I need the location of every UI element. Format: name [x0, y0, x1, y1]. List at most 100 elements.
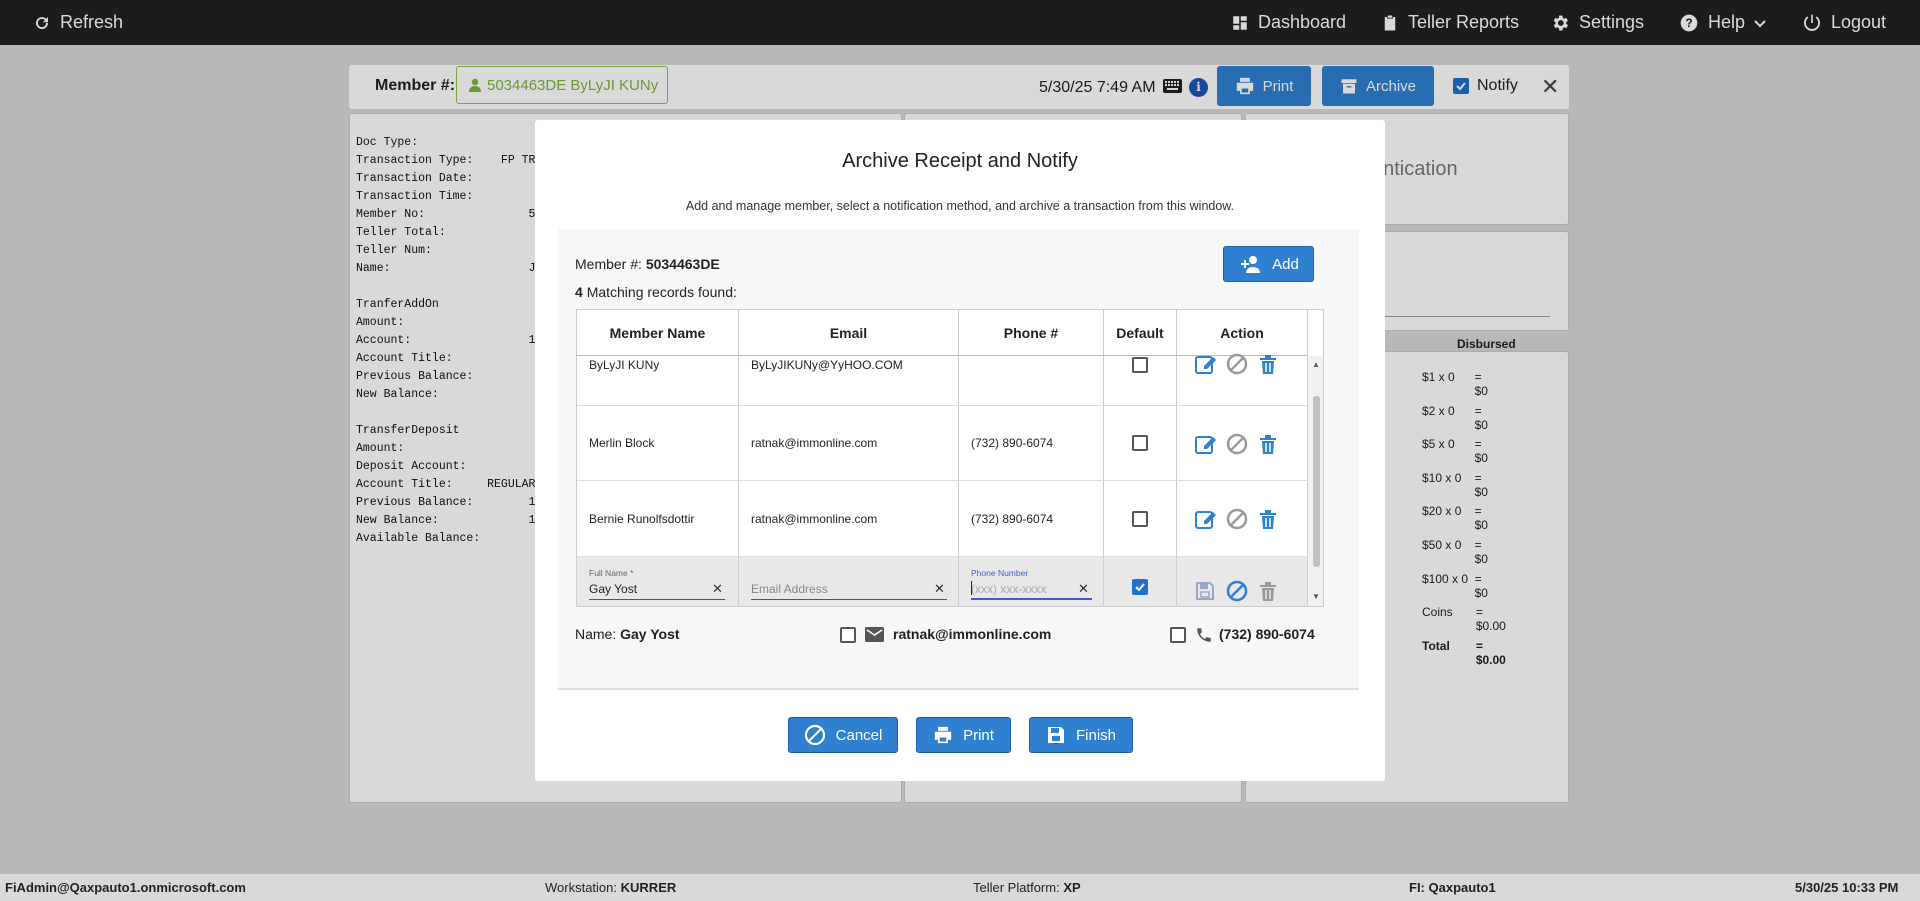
selection-name: Name: Gay Yost — [575, 626, 680, 642]
phone-icon — [1197, 628, 1211, 642]
add-user-icon — [1241, 256, 1261, 273]
default-checkbox[interactable] — [1132, 510, 1148, 527]
default-checkbox[interactable] — [1132, 578, 1148, 595]
col-default[interactable]: Default — [1104, 310, 1177, 356]
cancel-edit-icon[interactable] — [1226, 580, 1248, 602]
save-icon — [1047, 727, 1064, 743]
trash-icon[interactable] — [1259, 509, 1277, 529]
trash-icon[interactable] — [1259, 581, 1277, 601]
edit-icon[interactable] — [1195, 508, 1219, 530]
email-notify-checkbox[interactable] — [840, 627, 856, 643]
cell-email: ByLyJIKUNy@YyHOO.COM — [739, 356, 959, 405]
cell-phone: (732) 890-6074 — [959, 481, 1104, 556]
ban-icon — [804, 724, 825, 746]
clear-email-icon[interactable]: ✕ — [934, 581, 945, 597]
cell-email: ratnak@immonline.com — [739, 481, 959, 556]
cell-member-name: ByLyJI KUNy — [577, 356, 739, 405]
add-label: Add — [1272, 255, 1299, 273]
phone-notify-checkbox[interactable] — [1170, 627, 1186, 643]
cell-action — [1177, 481, 1308, 556]
footer-datetime: 5/30/25 10:33 PM — [1795, 880, 1899, 895]
workstation-value: KURRER — [620, 880, 677, 895]
save-icon[interactable] — [1195, 581, 1215, 601]
selection-summary: Name: Gay Yost ratnak@immonline.com (732… — [575, 624, 1345, 646]
edit-fullname-cell: Full Name * Gay Yost ✕ — [577, 557, 739, 606]
match-count-line: 4 Matching records found: — [575, 284, 737, 300]
table-row[interactable]: Merlin Block ratnak@immonline.com (732) 89… — [577, 406, 1308, 481]
cancel-label: Cancel — [835, 726, 883, 744]
selection-phone: (732) 890-6074 — [1219, 626, 1315, 642]
footer-workstation: Workstation: KURRER — [545, 880, 676, 895]
platform-value: XP — [1063, 880, 1081, 895]
cell-default — [1104, 406, 1177, 480]
edit-row: Full Name * Gay Yost ✕ Email Address ✕ P… — [577, 557, 1308, 606]
footer-platform: Teller Platform: XP — [973, 880, 1081, 895]
status-footer: FiAdmin@Qaxpauto1.onmicrosoft.com Workst… — [0, 874, 1920, 901]
col-email[interactable]: Email — [739, 310, 959, 356]
scroll-down-icon[interactable]: ▼ — [1312, 592, 1320, 601]
phone-label: Phone Number — [971, 568, 1029, 578]
add-member-button[interactable]: Add — [1223, 246, 1314, 282]
member-number-value: 5034463DE — [645, 256, 720, 272]
scroll-up-icon[interactable]: ▲ — [1312, 360, 1320, 369]
col-phone[interactable]: Phone # — [959, 310, 1104, 356]
col-action[interactable]: Action — [1177, 310, 1308, 356]
cell-phone: (732) 890-6074 — [959, 406, 1104, 480]
edit-email-cell: Email Address ✕ — [739, 557, 959, 606]
edit-icon[interactable] — [1195, 433, 1219, 455]
cell-action — [1177, 353, 1308, 405]
table-scrollbar[interactable]: ▲ ▼ — [1308, 356, 1323, 606]
print-button[interactable]: Print — [916, 717, 1011, 753]
workstation-label: Workstation: — [545, 880, 618, 895]
clear-phone-icon[interactable]: ✕ — [1078, 581, 1089, 597]
edit-phone-cell: Phone Number (xxx) xxx-xxxx ✕ — [959, 557, 1104, 606]
member-number-label: Member #: — [575, 256, 642, 272]
table-header: Member Name Email Phone # Default Action — [577, 310, 1308, 356]
table-row[interactable]: Bernie Runolfsdottir ratnak@immonline.com… — [577, 481, 1308, 557]
printer-icon — [934, 726, 952, 744]
edit-action-cell — [1177, 557, 1308, 606]
finish-button[interactable]: Finish — [1029, 717, 1133, 753]
cell-default — [1104, 481, 1177, 556]
email-input[interactable]: Email Address — [751, 582, 828, 596]
scroll-thumb[interactable] — [1313, 396, 1320, 567]
match-text: Matching records found: — [586, 284, 737, 300]
cell-member-name: Merlin Block — [577, 406, 739, 480]
default-checkbox[interactable] — [1132, 357, 1148, 373]
fullname-input[interactable]: Gay Yost — [589, 582, 637, 596]
table-row[interactable]: ByLyJI KUNy ByLyJIKUNy@YyHOO.COM — [577, 353, 1308, 406]
dialog-body: Member #: 5034463DE 4 Matching records f… — [558, 229, 1359, 690]
member-number-line: Member #: 5034463DE — [575, 256, 720, 272]
cell-phone — [959, 356, 1104, 405]
selection-email: ratnak@immonline.com — [893, 626, 1052, 642]
finish-label: Finish — [1075, 726, 1116, 744]
platform-label: Teller Platform: — [973, 880, 1060, 895]
footer-fi: FI: Qaxpauto1 — [1409, 880, 1496, 895]
cancel-button[interactable]: Cancel — [788, 717, 898, 753]
trash-icon[interactable] — [1259, 354, 1277, 374]
cell-action — [1177, 406, 1308, 480]
ban-icon[interactable] — [1226, 353, 1248, 375]
default-checkbox[interactable] — [1132, 435, 1148, 451]
selection-name-value: Gay Yost — [620, 626, 680, 642]
edit-default-cell — [1104, 557, 1177, 606]
match-count: 4 — [575, 284, 583, 300]
fi-label: FI: — [1409, 880, 1425, 895]
dialog-title: Archive Receipt and Notify — [842, 150, 1078, 172]
cell-email: ratnak@immonline.com — [739, 406, 959, 480]
ban-icon[interactable] — [1226, 433, 1248, 455]
members-table: Member Name Email Phone # Default Action… — [576, 309, 1324, 607]
ban-icon[interactable] — [1226, 508, 1248, 530]
edit-icon[interactable] — [1195, 353, 1219, 375]
footer-user: FiAdmin@Qaxpauto1.onmicrosoft.com — [5, 880, 246, 895]
archive-notify-dialog: Archive Receipt and Notify Add and manag… — [535, 120, 1385, 781]
trash-icon[interactable] — [1259, 434, 1277, 454]
clear-fullname-icon[interactable]: ✕ — [712, 581, 723, 597]
col-member-name[interactable]: Member Name — [577, 310, 739, 356]
envelope-icon — [865, 627, 884, 642]
fullname-label: Full Name * — [589, 568, 634, 578]
cell-member-name: Bernie Runolfsdottir — [577, 481, 739, 556]
print-label: Print — [963, 726, 994, 744]
dialog-description: Add and manage member, select a notifica… — [685, 199, 1235, 213]
phone-input[interactable]: (xxx) xxx-xxxx — [971, 582, 1046, 596]
